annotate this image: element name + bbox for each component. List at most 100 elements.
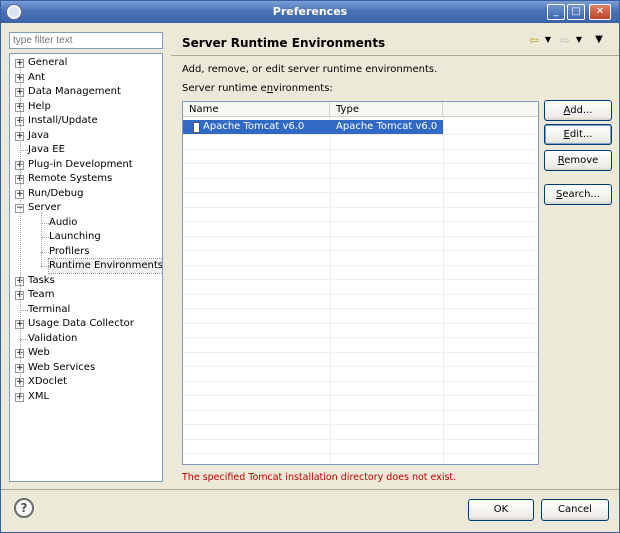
forward-dropdown-icon[interactable]: ▼	[572, 32, 586, 48]
tree-item[interactable]: + Usage Data Collector	[10, 317, 162, 331]
forward-arrow-icon[interactable]: ⇨	[558, 32, 572, 48]
tree-item-label: Launching	[49, 231, 101, 242]
table-row[interactable]: Apache Tomcat v6.0 Apache Tomcat v6.0	[183, 120, 443, 134]
add-button[interactable]: Add...	[544, 100, 612, 121]
grid-line	[183, 206, 538, 208]
tree-item[interactable]: Java EE	[10, 143, 162, 157]
grid-line	[183, 221, 538, 222]
tree-item[interactable]: Runtime Environments	[10, 258, 162, 274]
tree-item[interactable]: + Tasks	[10, 274, 162, 288]
tree-item[interactable]: + Help	[10, 100, 162, 114]
page-title: Server Runtime Environments	[182, 36, 386, 50]
grid-line	[183, 134, 538, 135]
footer-separator	[1, 489, 619, 490]
window-title: Preferences	[272, 5, 348, 18]
grid-line	[183, 293, 538, 295]
tree-item-label: Install/Update	[28, 115, 98, 126]
search-button[interactable]: Search...	[544, 184, 612, 205]
tree-trunk	[20, 63, 21, 397]
tree-item-label: Java EE	[28, 144, 65, 155]
tree-item[interactable]: Terminal	[10, 303, 162, 317]
tree-item[interactable]: − Server	[10, 201, 162, 215]
tree-item[interactable]: + General	[10, 56, 162, 70]
grid-line	[183, 163, 538, 164]
grid-line	[183, 264, 538, 266]
grid-line	[183, 148, 538, 150]
tree-item-label: Run/Debug	[28, 187, 84, 199]
back-arrow-icon[interactable]: ⇦	[527, 32, 541, 48]
minimize-button[interactable]: _	[547, 4, 565, 20]
tree-item-label: Profilers	[49, 245, 90, 257]
filter-input[interactable]	[9, 32, 163, 49]
remove-button[interactable]: Remove	[544, 150, 612, 171]
tree-item-label: Java	[28, 129, 50, 141]
tree-item[interactable]: + Team	[10, 288, 162, 302]
grid-line	[183, 279, 538, 280]
grid-line	[183, 322, 538, 324]
edit-button[interactable]: Edit...	[544, 124, 612, 145]
grid-line	[183, 235, 538, 237]
tree-item[interactable]: + XDoclet	[10, 375, 162, 389]
grid-line	[183, 192, 538, 193]
grid-column-line	[443, 117, 444, 464]
table-label: Server runtime environments:	[182, 83, 333, 94]
tree-item-label: Web Services	[28, 361, 96, 373]
tree-item-label: Validation	[28, 332, 78, 344]
tree-connector	[20, 338, 28, 340]
server-icon	[193, 122, 200, 133]
tree-item[interactable]: + Run/Debug	[10, 187, 162, 201]
grid-column-line	[330, 117, 331, 464]
tree-item-label: Ant	[28, 71, 46, 83]
grid-line	[183, 380, 538, 382]
close-button[interactable]: ✕	[589, 4, 611, 20]
tree-item[interactable]: + Remote Systems	[10, 172, 162, 186]
back-dropdown-icon[interactable]: ▼	[541, 32, 555, 48]
maximize-button[interactable]: □	[567, 4, 585, 20]
tree-item-label: Tasks	[28, 274, 55, 286]
tree-item[interactable]: Launching	[10, 230, 162, 244]
grid-line	[183, 438, 538, 440]
preferences-tree[interactable]: + General + Ant + Data Management + Help + Instal…	[9, 53, 163, 482]
tree-item[interactable]: + Plug-in Development	[10, 158, 162, 172]
tree-item[interactable]: + Web	[10, 346, 162, 360]
tree-item-label: Web	[28, 347, 50, 358]
tree-connector	[41, 237, 49, 238]
grid-line	[183, 337, 538, 338]
tree-connector	[20, 150, 28, 151]
title-bar[interactable]: Preferences _ □ ✕	[1, 1, 619, 23]
tree-item[interactable]: Validation	[10, 332, 162, 346]
tree-item[interactable]: + Web Services	[10, 361, 162, 375]
tree-item[interactable]: + Install/Update	[10, 114, 162, 128]
page-description: Add, remove, or edit server runtime envi…	[182, 64, 438, 75]
tree-item[interactable]: Audio	[10, 216, 162, 230]
tree-item-label: Plug-in Development	[28, 158, 133, 170]
tree-item[interactable]: + Ant	[10, 71, 162, 85]
ok-button[interactable]: OK	[468, 499, 534, 521]
error-message: The specified Tomcat installation direct…	[182, 472, 457, 483]
tree-connector	[41, 266, 49, 267]
column-type-header[interactable]: Type	[330, 102, 443, 117]
tree-connector	[41, 251, 49, 253]
row-name: Apache Tomcat v6.0	[203, 121, 305, 132]
tree-item-label: Data Management	[28, 86, 121, 97]
tree-item-label: Remote Systems	[28, 173, 113, 184]
preferences-window: Preferences _ □ ✕ +General+Ant+Data Mana…	[0, 0, 620, 533]
help-icon[interactable]: ?	[14, 498, 34, 518]
runtime-table[interactable]: Name Type Apache Tomcat v6.0 Apache Tomc…	[182, 101, 539, 465]
tree-branch	[41, 213, 42, 266]
tree-item[interactable]: + XML	[10, 390, 162, 404]
tree-item-label: XML	[28, 390, 50, 402]
grid-line	[183, 250, 538, 251]
tree-item[interactable]: + Data Management	[10, 85, 162, 99]
grid-line	[183, 351, 538, 353]
tree-item[interactable]: Profilers	[10, 245, 162, 259]
tree-item[interactable]: + Java	[10, 129, 162, 143]
tree-item-label: Help	[28, 100, 51, 112]
view-menu-icon[interactable]: ▼	[592, 32, 606, 48]
table-header: Name Type	[183, 102, 538, 117]
grid-line	[183, 409, 538, 411]
cancel-button[interactable]: Cancel	[541, 499, 609, 521]
grid-line	[183, 366, 538, 367]
tree-item-label: Team	[28, 289, 55, 300]
column-name-header[interactable]: Name	[183, 102, 330, 117]
